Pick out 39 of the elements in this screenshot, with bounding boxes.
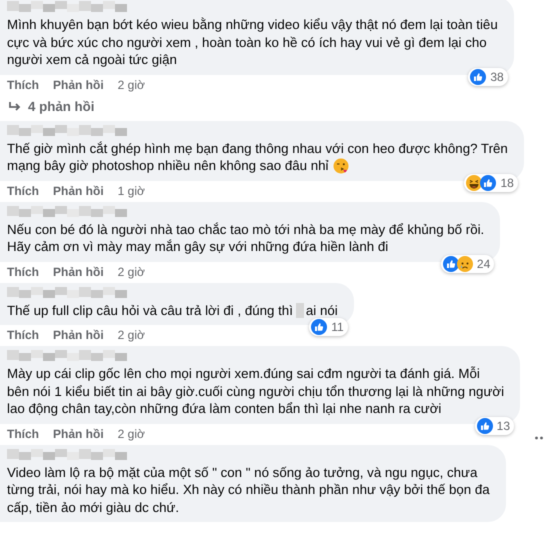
comment-text: cấp, tiền ảo mới giàu dc chứ. <box>7 498 180 516</box>
reply-link[interactable]: Phản hồi <box>53 426 104 440</box>
comment-text: Mình khuyên bạn bớt kéo wieu bằng những video kiểu vậy thật nó đem lại toàn tiêu <box>7 16 498 34</box>
comment-text: Nếu con bé đó là người nhà tao chắc tao mò tới nhà ba mẹ mày để khủng bố rồi. <box>7 220 484 238</box>
timestamp[interactable]: 2 giờ <box>118 264 145 278</box>
view-replies-link[interactable]: 4 phản hồi <box>0 96 94 120</box>
more-options-icon <box>535 436 543 440</box>
reaction-badge[interactable]: 18 <box>464 174 518 192</box>
comment-text: cực và bức xúc cho người xem , hoàn toàn ko hề có ích hay vui vẻ gì đem lại cho <box>7 34 487 51</box>
reaction-badge[interactable]: 24 <box>440 254 494 272</box>
comment-text: lao động chân tay,còn những đứa làm conten bẩn thì lại nhe nanh ra cười <box>7 400 442 418</box>
comment-text: Mày up cái clip gốc lên cho mọi người xem.đúng sai cđm người ta đánh giá. Mỗi <box>7 365 480 382</box>
comment-text: ai nói <box>306 302 338 319</box>
comment-text: Video làm lộ ra bộ mặt của một số " con " nó sống ảo tưởng, và ngu ngục, chưa <box>7 464 478 481</box>
reply-arrow-icon <box>8 100 22 112</box>
reply-link[interactable]: Phản hồi <box>53 78 104 92</box>
comment-text: từng trải, nói hay mà ko hiểu. Xh này có nhiều thành phần như vậy bởi thế bọn đa <box>7 481 490 498</box>
comment-text: mạng bây giờ photoshop nhiều nên không sao đâu nhỉ <box>7 157 328 174</box>
timestamp[interactable]: 2 giờ <box>118 78 145 92</box>
timestamp[interactable]: 2 giờ <box>118 426 145 440</box>
reaction-badge[interactable]: 13 <box>474 416 514 434</box>
like-link[interactable]: Thích <box>7 78 39 92</box>
comment-text: Hãy cảm ơn vì mày may mắn gây sự với những đứa hiền lành đi <box>7 238 388 256</box>
reply-link[interactable]: Phản hồi <box>53 184 104 198</box>
like-link[interactable]: Thích <box>7 328 39 342</box>
reply-link[interactable]: Phản hồi <box>53 264 104 278</box>
reaction-badge[interactable]: 38 <box>468 68 508 86</box>
reply-link[interactable]: Phản hồi <box>53 328 104 342</box>
like-link[interactable]: Thích <box>7 184 39 198</box>
reaction-badge[interactable]: 11 <box>309 318 348 336</box>
comment-text: Thế giờ mình cắt ghép hình mẹ bạn đang thông nhau với con heo được không? Trên <box>7 140 508 157</box>
timestamp[interactable]: 2 giờ <box>118 328 145 342</box>
comment-text: người xem cả ngoài tức giận <box>7 51 177 68</box>
like-link[interactable]: Thích <box>7 264 39 278</box>
timestamp[interactable]: 1 giờ <box>118 184 145 198</box>
comment-text: bên nói 1 kiểu biết tin ai bây giờ.cuối cùng người chịu tổn thương lại là những người <box>7 382 504 400</box>
comment-text: Thế up full clip câu hỏi và câu trả lời đi , đúng thì <box>7 302 293 319</box>
censor-block <box>296 302 304 318</box>
like-link[interactable]: Thích <box>7 426 39 440</box>
